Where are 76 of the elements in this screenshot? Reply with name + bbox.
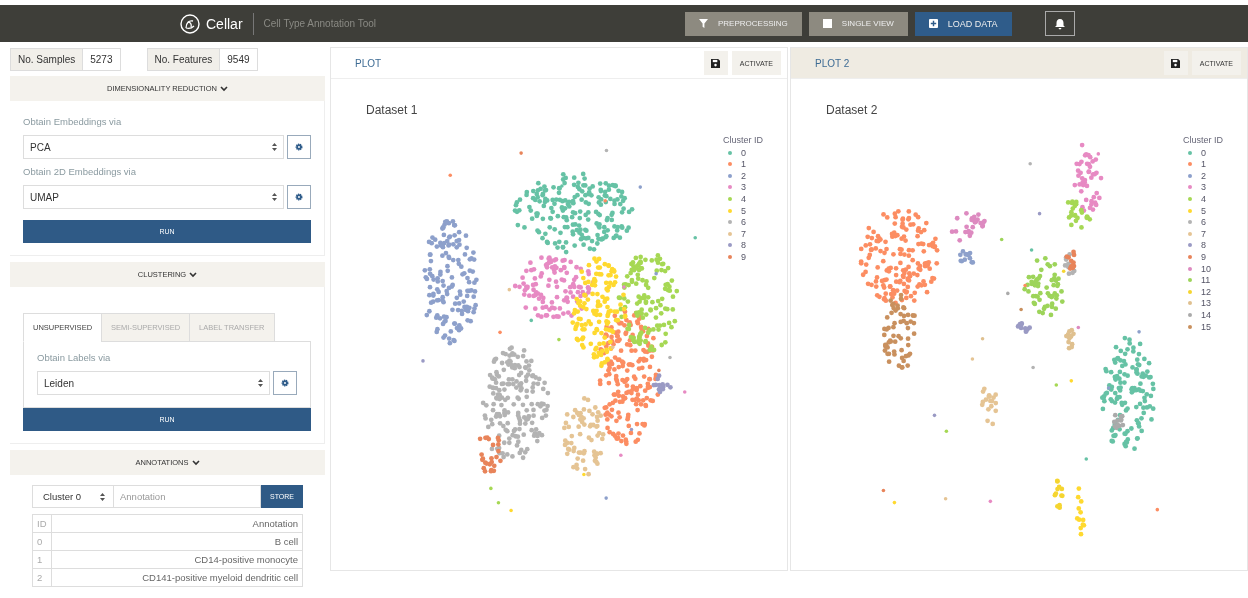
legend-label: 2 xyxy=(1201,170,1206,181)
select-dropdown[interactable]: UMAP xyxy=(23,185,284,209)
settings-button[interactable] xyxy=(287,135,311,159)
filter-icon xyxy=(699,19,708,28)
legend-title: Cluster ID xyxy=(1183,135,1223,145)
legend-label: 1 xyxy=(741,159,746,170)
chevron-icon xyxy=(189,271,198,278)
field-label: Obtain Labels via xyxy=(37,352,112,363)
legend-label: 8 xyxy=(741,240,746,251)
gear-icon xyxy=(281,379,289,387)
plus-icon xyxy=(928,19,938,28)
legend-label: 11 xyxy=(1201,275,1211,286)
settings-button[interactable] xyxy=(287,185,311,209)
legend-title: Cluster ID xyxy=(723,135,763,145)
legend-label: 9 xyxy=(741,251,746,262)
save-button[interactable] xyxy=(703,51,728,75)
table-cell: 1 xyxy=(32,550,52,569)
select-dropdown[interactable]: Leiden xyxy=(37,371,270,395)
legend-label: 7 xyxy=(741,228,746,239)
field-label: Obtain Embeddings via xyxy=(23,116,123,127)
app-subtitle: Cell Type Annotation Tool xyxy=(263,18,377,29)
legend-label: 4 xyxy=(1201,193,1206,204)
gear-icon xyxy=(295,193,303,201)
column-header: ID xyxy=(32,514,52,533)
table-cell: CD141-positive myeloid dendritic cell xyxy=(51,568,303,587)
legend-label: 0 xyxy=(1201,147,1206,158)
table-cell: 0 xyxy=(32,532,52,551)
legend-label: 2 xyxy=(741,170,746,181)
stat-value: 5273 xyxy=(83,48,121,71)
legend-label: 7 xyxy=(1201,228,1206,239)
logo-icon xyxy=(180,13,200,34)
table-cell: B cell xyxy=(51,532,303,551)
stat-label: No. Samples xyxy=(10,48,84,71)
legend-label: 14 xyxy=(1201,309,1211,320)
legend-label: 8 xyxy=(1201,240,1206,251)
legend-label: 3 xyxy=(741,182,746,193)
gear-icon xyxy=(295,143,303,151)
sort-arrows-icon xyxy=(272,193,277,201)
table-cell: CD14-positive monocyte xyxy=(51,550,303,569)
app-name: Cellar xyxy=(206,15,243,32)
stat-label: No. Features xyxy=(146,48,221,71)
settings-button[interactable] xyxy=(273,371,297,395)
legend-label: 10 xyxy=(1201,263,1211,274)
select-dropdown[interactable]: PCA xyxy=(23,135,284,159)
square-icon xyxy=(822,19,832,28)
dataset-title: Dataset 2 xyxy=(826,103,878,117)
column-header: Annotation xyxy=(51,514,303,533)
notifications-button[interactable] xyxy=(1044,11,1075,36)
legend-label: 12 xyxy=(1201,286,1211,297)
plot-title: PLOT 2 xyxy=(815,57,851,69)
plot-title: PLOT xyxy=(355,57,383,69)
annotation-input[interactable]: Annotation xyxy=(114,485,261,508)
legend-label: 15 xyxy=(1201,321,1211,332)
sort-arrows-icon xyxy=(258,379,263,387)
toolbar-button[interactable]: LOAD DATA xyxy=(914,11,1012,36)
stat-value: 9549 xyxy=(220,48,258,71)
legend-label: 5 xyxy=(741,205,746,216)
field-label: Obtain 2D Embeddings via xyxy=(23,166,137,177)
chevron-icon xyxy=(219,85,228,92)
sort-arrows-icon xyxy=(100,492,105,501)
table-cell: 2 xyxy=(32,568,52,587)
legend-label: 9 xyxy=(1201,251,1206,262)
legend-label: 1 xyxy=(1201,159,1206,170)
legend-label: 3 xyxy=(1201,182,1206,193)
bell-icon xyxy=(1053,17,1066,30)
dataset-title: Dataset 1 xyxy=(366,103,418,117)
save-button[interactable] xyxy=(1163,51,1188,75)
legend-label: 13 xyxy=(1201,298,1211,309)
legend-label: 6 xyxy=(1201,217,1206,228)
legend-label: 6 xyxy=(741,217,746,228)
sort-arrows-icon xyxy=(272,143,277,151)
cluster-select[interactable]: Cluster 0 xyxy=(32,485,114,508)
legend-label: 5 xyxy=(1201,205,1206,216)
chevron-icon xyxy=(191,459,200,466)
legend-label: 4 xyxy=(741,193,746,204)
legend-label: 0 xyxy=(741,147,746,158)
